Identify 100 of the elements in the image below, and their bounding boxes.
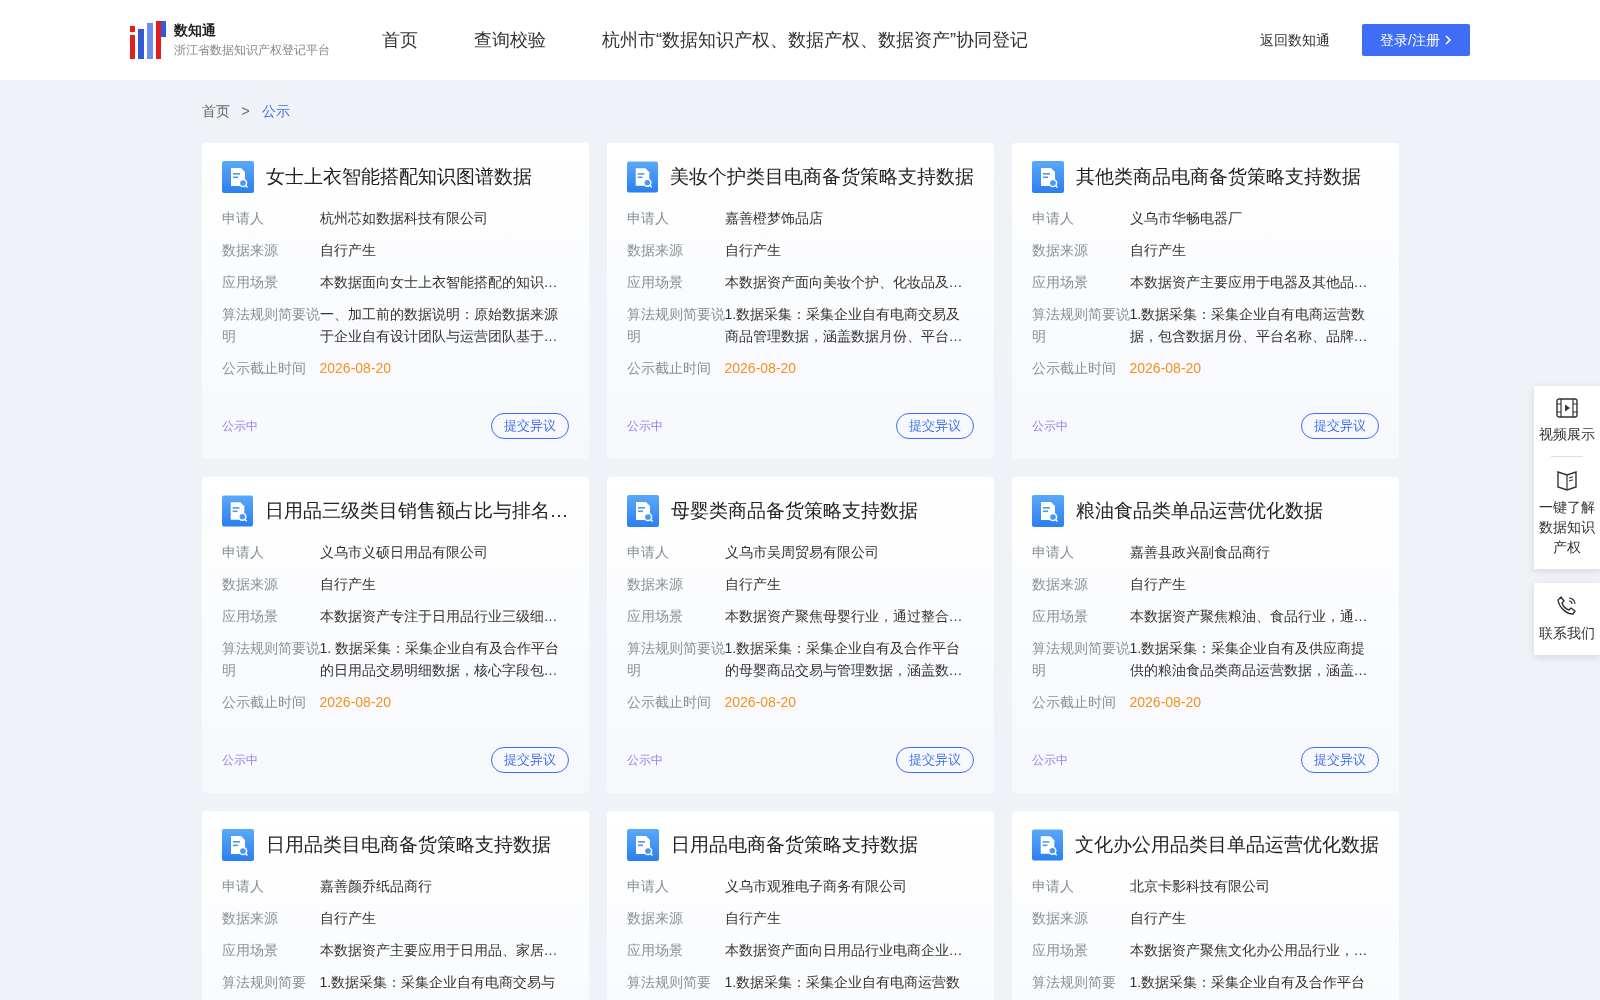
side-tool-button[interactable]: 联系我们 [1537, 595, 1597, 643]
field-value: 1.数据采集：采集企业自有电商交易及 商品管理数据，涵盖数据月份、平台… [724, 305, 963, 346]
field-value: 自行产生 [319, 575, 376, 594]
field-label: 申请人 [626, 209, 670, 228]
status-label: 公示中 [626, 752, 663, 769]
status-label: 公示中 [221, 752, 258, 769]
field-value: 本数据资产主要应用于日用品、家居… [319, 941, 558, 960]
field-label: 公示截止时间 [221, 359, 307, 378]
deadline-date: 2026-08-20 [724, 359, 797, 378]
field-label: 算法规则简要说明 [1031, 305, 1130, 346]
field-value: 自行产生 [1129, 241, 1186, 260]
field-label: 算法规则简要说明 [626, 305, 725, 346]
deadline-date: 2026-08-20 [319, 693, 392, 712]
document-search-icon [221, 161, 254, 193]
field-value: 自行产生 [319, 241, 376, 260]
field-label: 应用场景 [221, 607, 279, 626]
document-search-icon [1031, 495, 1064, 527]
field-label: 公示截止时间 [221, 693, 307, 712]
field-label: 算法规则简要说明 [221, 639, 320, 680]
breadcrumb-link[interactable]: 首页 [201, 101, 230, 122]
field-label: 数据来源 [1031, 241, 1089, 260]
status-label: 公示中 [626, 418, 663, 435]
document-search-icon [221, 829, 254, 861]
field-label: 应用场景 [626, 941, 684, 960]
field-label: 应用场景 [1031, 273, 1089, 292]
field-label: 算法规则简要说明 [221, 305, 320, 346]
status-label: 公示中 [221, 418, 258, 435]
back-link[interactable]: 返回数知通 [1260, 29, 1330, 51]
brand-subtitle: 浙江省数据知识产权登记平台 [174, 42, 330, 59]
field-value: 1.数据采集：采集企业自有电商运营数 [724, 973, 961, 992]
field-label: 数据来源 [221, 909, 279, 928]
field-label: 数据来源 [626, 575, 684, 594]
field-label: 数据来源 [1031, 909, 1089, 928]
document-search-icon [221, 495, 253, 527]
field-value: 自行产生 [1129, 909, 1186, 928]
card-title: 粮油食品类单品运营优化数据 [1075, 498, 1323, 523]
field-label: 公示截止时间 [1031, 693, 1117, 712]
field-label: 申请人 [626, 877, 670, 896]
field-value: 嘉善县政兴副食品商行 [1129, 543, 1270, 562]
card-title: 其他类商品电商备货策略支持数据 [1075, 164, 1361, 189]
nav-link[interactable]: 首页 [382, 26, 418, 54]
field-value: 自行产生 [724, 575, 781, 594]
field-value: 1.数据采集：采集企业自有及合作平台 [1129, 973, 1366, 992]
field-value: 自行产生 [724, 241, 781, 260]
deadline-date: 2026-08-20 [724, 693, 797, 712]
brand-name: 数知通 [174, 21, 217, 40]
field-label: 数据来源 [626, 241, 684, 260]
card-title: 母婴类商品备货策略支持数据 [670, 498, 918, 523]
card-title: 日用品类目电商备货策略支持数据 [265, 832, 551, 857]
field-label: 算法规则简要说明 [626, 639, 725, 680]
field-value: 本数据资产专注于日用品行业三级细… [319, 607, 558, 626]
field-label: 算法规则简要 [221, 973, 307, 992]
status-label: 公示中 [1031, 752, 1068, 769]
breadcrumb-separator: > [240, 102, 251, 121]
side-tool-button[interactable]: 一键了解数据知识产权 [1537, 469, 1597, 557]
status-label: 公示中 [1031, 418, 1068, 435]
field-label: 应用场景 [626, 273, 684, 292]
card-title: 日用品电商备货策略支持数据 [670, 832, 918, 857]
deadline-date: 2026-08-20 [1129, 693, 1202, 712]
field-value: 自行产生 [319, 909, 376, 928]
nav-link[interactable]: 杭州市“数据知识产权、数据产权、数据资产”协同登记 [602, 26, 1028, 54]
deadline-date: 2026-08-20 [1129, 359, 1202, 378]
field-value: 杭州芯如数据科技有限公司 [319, 209, 488, 228]
field-label: 申请人 [1031, 877, 1075, 896]
field-label: 应用场景 [1031, 607, 1089, 626]
field-label: 应用场景 [221, 941, 279, 960]
video-icon [1556, 398, 1578, 418]
field-label: 算法规则简要说明 [1031, 639, 1130, 680]
logo-icon[interactable] [130, 21, 166, 59]
field-value: 1.数据采集：采集企业自有电商交易与 [319, 973, 556, 992]
document-search-icon [1031, 829, 1063, 861]
field-label: 申请人 [1031, 209, 1075, 228]
field-value: 自行产生 [1129, 575, 1186, 594]
nav-link[interactable]: 查询校验 [474, 26, 546, 54]
field-label: 申请人 [221, 209, 265, 228]
field-value: 1.数据采集：采集企业自有及供应商提 供的粮油食品类商品运营数据，涵盖… [1129, 639, 1368, 680]
field-value: 本数据资产聚焦母婴行业，通过整合… [724, 607, 963, 626]
document-search-icon [626, 829, 659, 861]
field-value: 1. 数据采集：采集企业自有及合作平台 的日用品交易明细数据，核心字段包… [319, 639, 560, 680]
field-label: 公示截止时间 [1031, 359, 1117, 378]
field-label: 算法规则简要 [1031, 973, 1117, 992]
document-search-icon [1031, 161, 1064, 193]
field-value: 义乌市华畅电器厂 [1129, 209, 1242, 228]
field-label: 算法规则简要 [626, 973, 712, 992]
field-value: 本数据资产面向美妆个护、化妆品及… [724, 273, 963, 292]
side-tool-button[interactable]: 视频展示 [1537, 398, 1597, 444]
field-label: 申请人 [1031, 543, 1075, 562]
login-button[interactable]: 登录/注册 [1362, 24, 1470, 56]
card-title: 美妆个护类目电商备货策略支持数据 [669, 164, 974, 189]
field-label: 数据来源 [1031, 575, 1089, 594]
field-label: 公示截止时间 [626, 359, 712, 378]
field-label: 申请人 [221, 543, 265, 562]
document-search-icon [626, 161, 658, 193]
field-label: 数据来源 [221, 241, 279, 260]
field-value: 本数据面向女士上衣智能搭配的知识… [319, 273, 558, 292]
breadcrumb-link[interactable]: 公示 [261, 101, 290, 122]
field-value: 义乌市观雅电子商务有限公司 [724, 877, 907, 896]
field-value: 1.数据采集：采集企业自有电商运营数 据，包含数据月份、平台名称、品牌… [1129, 305, 1368, 346]
field-value: 1.数据采集：采集企业自有及合作平台 的母婴商品交易与管理数据，涵盖数… [724, 639, 963, 680]
field-value: 嘉善颜乔纸品商行 [319, 877, 432, 896]
